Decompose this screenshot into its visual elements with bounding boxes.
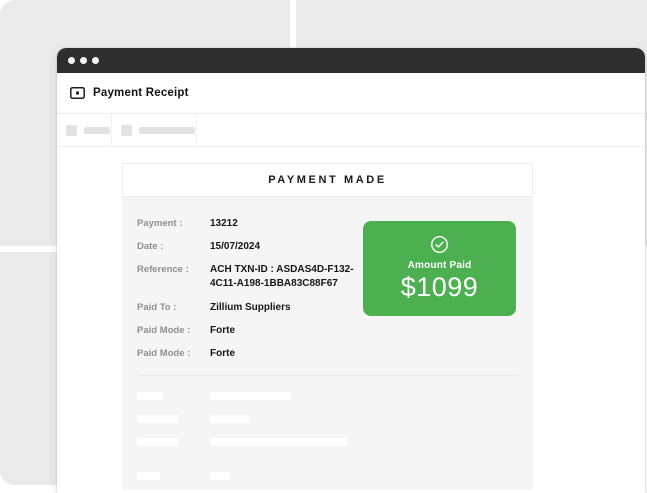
- skeleton-row: [137, 438, 518, 446]
- skeleton-bar: [210, 415, 249, 423]
- tab-icon-placeholder: [121, 125, 132, 136]
- amount-paid-value: $1099: [401, 272, 479, 303]
- detail-row-paid-mode: Paid Mode : Forte: [137, 325, 518, 337]
- skeleton-bar: [210, 472, 230, 480]
- payment-receipt-icon: [70, 87, 85, 99]
- detail-value: 13212: [210, 218, 238, 230]
- detail-value: Zillium Suppliers: [210, 302, 291, 314]
- detail-label: Paid To :: [137, 302, 210, 314]
- receipt-card: PAYMENT MADE Payment : 13212 Date : 15/0…: [122, 163, 533, 490]
- detail-value: Forte: [210, 348, 235, 360]
- detail-label: Paid Mode :: [137, 348, 210, 360]
- tab-label-placeholder: [139, 127, 195, 134]
- skeleton-row: [137, 415, 518, 423]
- skeleton-bar: [210, 438, 347, 446]
- detail-label: Date :: [137, 241, 210, 253]
- tab-strip: [57, 114, 645, 147]
- detail-value: 15/07/2024: [210, 241, 260, 253]
- window-control-close-icon[interactable]: [68, 57, 75, 64]
- amount-paid-label: Amount Paid: [408, 260, 472, 271]
- tab-icon-placeholder: [66, 125, 77, 136]
- detail-row-paid-mode-2: Paid Mode : Forte: [137, 348, 518, 360]
- detail-label: Paid Mode :: [137, 325, 210, 337]
- skeleton-section: [137, 392, 518, 490]
- tab-placeholder-1[interactable]: [57, 114, 112, 146]
- window-titlebar: [57, 48, 645, 73]
- tab-label-placeholder: [84, 127, 110, 134]
- window-control-minimize-icon[interactable]: [80, 57, 87, 64]
- check-circle-icon: [430, 235, 449, 254]
- skeleton-row: [137, 392, 518, 400]
- tab-placeholder-2[interactable]: [112, 114, 197, 146]
- section-divider: [137, 375, 518, 376]
- page-title: Payment Receipt: [93, 87, 189, 99]
- receipt-body: Payment : 13212 Date : 15/07/2024 Refere…: [122, 197, 533, 490]
- skeleton-bar: [210, 392, 291, 400]
- detail-label: Payment :: [137, 218, 210, 230]
- amount-paid-card: Amount Paid $1099: [363, 221, 516, 316]
- detail-label: Reference :: [137, 264, 210, 276]
- window-control-maximize-icon[interactable]: [92, 57, 99, 64]
- skeleton-row: [137, 472, 518, 480]
- detail-value: Forte: [210, 325, 235, 337]
- receipt-title: PAYMENT MADE: [268, 174, 387, 186]
- detail-value: ACH TXN-ID : ASDAS4D-F132-4C11-A198-1BBA…: [210, 263, 362, 291]
- app-header: Payment Receipt: [57, 73, 645, 114]
- receipt-header: PAYMENT MADE: [122, 163, 533, 197]
- browser-window: Payment Receipt PAYMENT MADE Payment : 1…: [57, 48, 645, 493]
